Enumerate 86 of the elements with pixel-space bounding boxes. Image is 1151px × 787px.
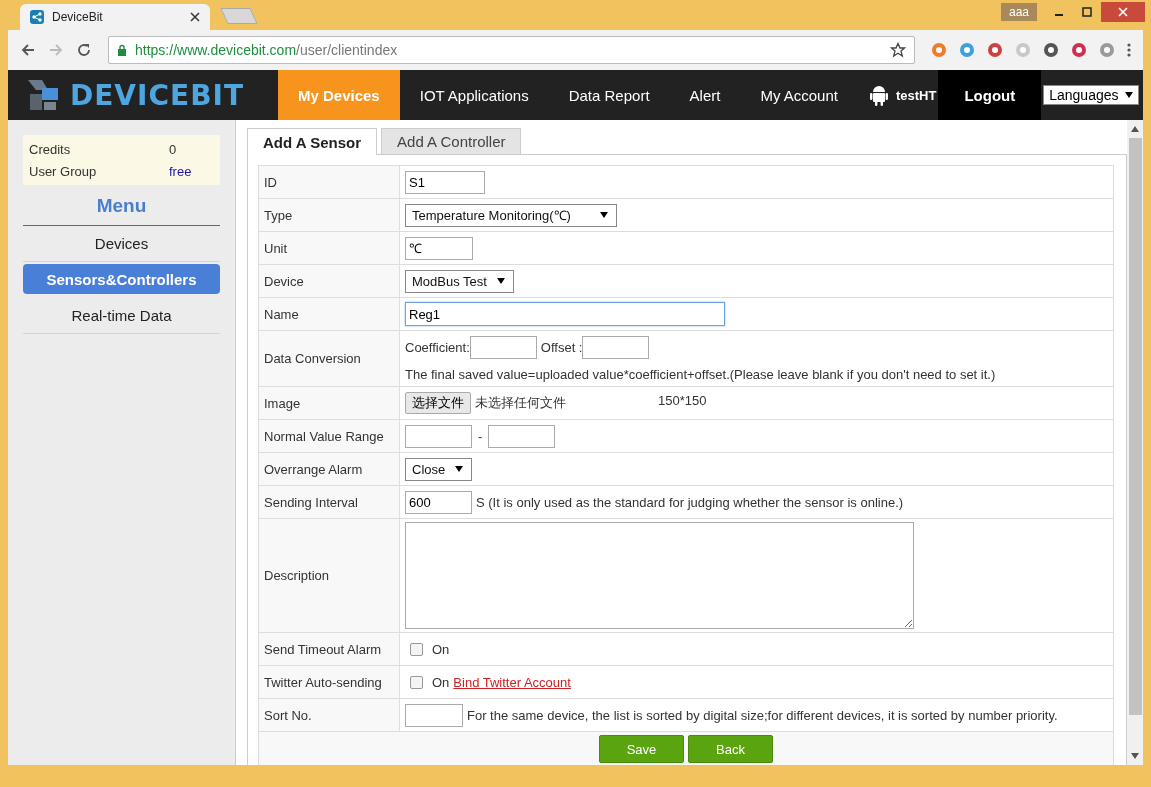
twitter-link[interactable]: Bind Twitter Account xyxy=(453,674,571,690)
caret-icon xyxy=(600,212,608,218)
help-text: S (It is only used as the standard for judging whether the sensor is online.) xyxy=(476,494,904,510)
scroll-up-icon[interactable] xyxy=(1131,126,1139,132)
nav-link[interactable]: Data Report xyxy=(548,70,670,120)
dropdown[interactable]: Close xyxy=(405,457,473,481)
extension-icon[interactable] xyxy=(1043,42,1059,58)
field-label: Image xyxy=(258,386,400,420)
form-tab[interactable]: Add A Sensor xyxy=(247,128,378,155)
info-label: Credits xyxy=(29,141,72,157)
scrollbar[interactable] xyxy=(1127,120,1143,765)
choose-file-button[interactable]: 选择文件 xyxy=(405,392,471,414)
browser-tab[interactable]: DeviceBit xyxy=(20,4,210,30)
android-icon xyxy=(869,84,888,106)
nav-link[interactable]: My Account xyxy=(740,70,858,120)
help-text: The final saved value=uploaded value*coefficient+offset.(Please leave blank if you don't need to set it.) xyxy=(405,366,997,382)
file-status: 未选择任何文件 xyxy=(475,394,566,412)
text-input[interactable]: ℃ xyxy=(405,236,473,260)
dropdown[interactable]: Temperature Monitoring(℃) xyxy=(405,203,617,227)
field-label: Device xyxy=(258,264,400,298)
info-link[interactable]: free xyxy=(169,163,192,179)
address-bar[interactable]: https://www.devicebit.com/user/clientindex xyxy=(108,36,915,64)
field-label: Description xyxy=(258,518,400,633)
tab-title: DeviceBit xyxy=(52,10,104,24)
coefficient-input[interactable] xyxy=(469,335,537,359)
field-label: Twitter Auto-sending xyxy=(258,665,400,699)
url-text: https://www.devicebit.com/user/clientindex xyxy=(135,42,398,58)
new-tab-button[interactable] xyxy=(220,8,258,24)
text-input[interactable]: Reg1 xyxy=(405,302,725,326)
forward-icon[interactable] xyxy=(48,42,64,58)
min-input[interactable] xyxy=(405,424,472,448)
lock-icon xyxy=(117,44,127,56)
checkbox-label: On xyxy=(432,641,450,657)
extension-icon[interactable] xyxy=(987,42,1003,58)
info-value: 0 xyxy=(169,141,177,157)
help-text: For the same device, the list is sorted by digital size;for different devices, it is sorted by number priority. xyxy=(467,707,1058,723)
menu-item[interactable]: Sensors&Controllers xyxy=(23,264,220,294)
menu-icon[interactable] xyxy=(1127,42,1131,58)
caret-icon xyxy=(1124,92,1133,98)
share-icon xyxy=(30,10,44,24)
field-label: Name xyxy=(258,297,400,331)
menu-item[interactable]: Real-time Data xyxy=(23,298,220,334)
field-label: Overrange Alarm xyxy=(258,452,400,486)
logo-text: DEVICEBIT xyxy=(70,78,244,112)
back-icon[interactable] xyxy=(20,42,36,58)
field-label: Sort No. xyxy=(258,698,400,732)
menu-title: Menu xyxy=(23,185,220,226)
info-label: User Group xyxy=(29,163,98,179)
offset-label: Offset : xyxy=(540,339,583,355)
form-tab[interactable]: Add A Controller xyxy=(381,128,522,154)
logout-link[interactable]: Logout xyxy=(938,70,1042,120)
field-label: Normal Value Range xyxy=(258,419,400,453)
field-label: Unit xyxy=(258,231,400,265)
maximize-icon[interactable] xyxy=(1082,7,1092,17)
size-hint: 150*150 xyxy=(658,392,707,408)
extension-icon[interactable] xyxy=(1071,42,1087,58)
close-button[interactable] xyxy=(1101,2,1145,22)
checkbox-label: On xyxy=(432,674,450,690)
interval-input[interactable]: 600 xyxy=(405,490,472,514)
field-label: Type xyxy=(258,198,400,232)
field-label: Send Timeout Alarm xyxy=(258,632,400,666)
username: testHT xyxy=(895,87,937,103)
field-label: ID xyxy=(258,165,400,199)
field-label: Sending Interval xyxy=(258,485,400,519)
caret-icon xyxy=(455,466,464,472)
nav-link[interactable]: Alert xyxy=(669,70,741,120)
close-icon[interactable] xyxy=(190,12,200,22)
menu-item[interactable]: Devices xyxy=(23,226,220,262)
coefficient-label: Coefficient: xyxy=(405,339,470,355)
checkbox[interactable] xyxy=(410,675,423,689)
close-icon xyxy=(1118,7,1128,17)
languages-dropdown[interactable]: Languages xyxy=(1043,85,1139,105)
range-separator: - xyxy=(478,428,483,444)
caret-icon xyxy=(496,278,505,284)
max-input[interactable] xyxy=(488,424,556,448)
sort-input[interactable] xyxy=(405,703,463,727)
checkbox[interactable] xyxy=(410,642,423,656)
scroll-down-icon[interactable] xyxy=(1131,753,1139,759)
offset-input[interactable] xyxy=(582,335,650,359)
text-input[interactable]: S1 xyxy=(405,170,485,194)
dropdown[interactable]: ModBus Test xyxy=(405,269,514,293)
reload-icon[interactable] xyxy=(76,42,92,58)
nav-link[interactable]: IOT Applications xyxy=(399,70,549,120)
field-label: Data Conversion xyxy=(258,330,400,387)
star-icon[interactable] xyxy=(890,42,906,58)
description-textarea[interactable] xyxy=(405,522,914,629)
